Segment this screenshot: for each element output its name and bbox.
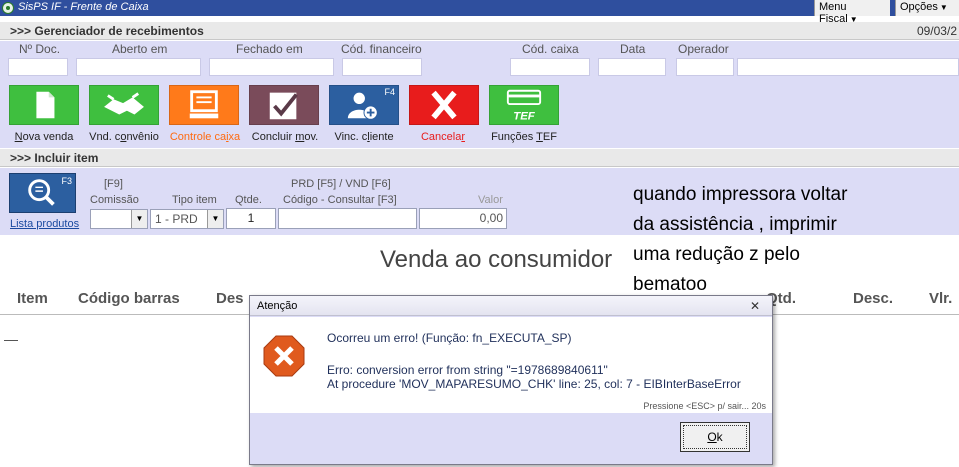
opcoes-label: Opções (900, 1, 938, 13)
comissao-label: Comissão (90, 194, 139, 206)
controle-caixa-button[interactable] (169, 85, 239, 125)
title-bar: SisPS IF - Frente de Caixa Menu Fiscal ▼ … (0, 0, 959, 25)
valor-label: Valor (478, 194, 503, 206)
f4-shortcut: F4 (384, 87, 395, 97)
col-descricao: Des (216, 290, 244, 307)
cancelar-button[interactable] (409, 85, 479, 125)
valor-value: 0,00 (479, 211, 503, 225)
fechado-em-label: Fechado em (236, 42, 303, 56)
document-icon (36, 91, 55, 119)
nova-venda-label[interactable]: Nova venda (8, 131, 80, 143)
col-item: Item (17, 290, 48, 307)
num-doc-label: Nº Doc. (19, 42, 61, 56)
cod-caixa-field[interactable] (510, 58, 590, 76)
comissao-key-label: [F9] (104, 178, 123, 190)
cod-caixa-label: Cód. caixa (522, 42, 579, 56)
error-message-line1: Ocorreu um erro! (Função: fn_EXECUTA_SP) (327, 331, 572, 345)
error-dialog: Atenção ✕ Ocorreu um erro! (Função: fn_E… (249, 295, 773, 465)
data-label: Data (620, 42, 646, 56)
aberto-em-label: Aberto em (112, 42, 168, 56)
lista-produtos-button[interactable]: F3 (9, 173, 76, 213)
vnd-convenio-button[interactable] (89, 85, 159, 125)
vinc-cliente-label[interactable]: Vinc. cliente (328, 131, 400, 143)
current-date: 09/03/2 (916, 24, 957, 38)
chevron-down-icon[interactable]: ▼ (131, 210, 147, 228)
comissao-select[interactable]: ▼ (90, 209, 148, 229)
cod-financeiro-field[interactable] (342, 58, 422, 76)
qtde-label: Qtde. (235, 194, 262, 206)
concluir-mov-button[interactable] (249, 85, 319, 125)
cash-register-icon (189, 90, 219, 119)
list-row-marker (4, 340, 18, 341)
annotation-note: quando impressora voltar da assistência … (633, 184, 848, 295)
col-vlr: Vlr. (929, 290, 953, 307)
chevron-down-icon[interactable]: ▼ (207, 210, 223, 228)
cancelar-label[interactable]: Cancelar (407, 131, 479, 143)
qtde-value: 1 (247, 211, 255, 225)
num-doc-field[interactable] (8, 58, 68, 76)
opcoes-button[interactable]: Opções ▼ (895, 0, 959, 16)
data-field[interactable] (598, 58, 666, 76)
menu-fiscal-button[interactable]: Menu Fiscal ▼ (814, 0, 890, 25)
gerenciador-title: >>> Gerenciador de recebimentos (10, 24, 204, 38)
concluir-mov-label[interactable]: Concluir mov. (246, 131, 324, 143)
credit-card-icon: TEF (506, 89, 542, 122)
vnd-convenio-label[interactable]: Vnd. convênio (84, 131, 164, 143)
valor-input[interactable]: 0,00 (419, 208, 507, 229)
tipo-item-value: 1 - PRD (155, 212, 198, 226)
handshake-icon (104, 92, 144, 115)
checkmark-icon (269, 92, 298, 120)
window-title: SisPS IF - Frente de Caixa (18, 1, 149, 13)
app-icon (2, 2, 14, 14)
cod-financeiro-label: Cód. financeiro (341, 42, 422, 56)
dialog-body: Ocorreu um erro! (Função: fn_EXECUTA_SP)… (250, 317, 772, 413)
operador-code-field[interactable] (676, 58, 734, 76)
app-window: SisPS IF - Frente de Caixa Menu Fiscal ▼ … (0, 0, 959, 467)
aberto-em-field[interactable] (76, 58, 201, 76)
controle-caixa-label[interactable]: Controle caixa (166, 131, 244, 143)
error-icon (263, 335, 305, 377)
error-message-line3: At procedure 'MOV_MAPARESUMO_CHK' line: … (327, 377, 741, 391)
f3-shortcut: F3 (61, 176, 72, 186)
qtde-input[interactable]: 1 (226, 208, 276, 229)
incluir-item-title: >>> Incluir item (10, 151, 99, 165)
col-codigo-barras: Código barras (78, 290, 180, 307)
svg-text:TEF: TEF (513, 110, 536, 122)
codigo-input[interactable] (278, 208, 417, 229)
close-icon (431, 90, 457, 120)
codigo-label: Código - Consultar [F3] (283, 194, 397, 206)
tipo-item-select[interactable]: 1 - PRD ▼ (150, 209, 224, 229)
operador-label: Operador (678, 42, 729, 56)
close-icon[interactable]: ✕ (744, 298, 766, 314)
vinc-cliente-button[interactable]: F4 (329, 85, 399, 125)
venda-title: Venda ao consumidor (380, 246, 613, 273)
escape-hint: Pressione <ESC> p/ sair... 20s (643, 401, 766, 411)
chevron-down-icon: ▼ (939, 3, 948, 12)
lista-produtos-link[interactable]: Lista produtos (10, 218, 79, 230)
dialog-title-bar: Atenção ✕ (250, 296, 772, 316)
incluir-item-header: >>> Incluir item (0, 149, 959, 167)
gerenciador-header: >>> Gerenciador de recebimentos 09/03/2 (0, 22, 959, 40)
tipo-item-label: Tipo item (172, 194, 217, 206)
nova-venda-button[interactable] (9, 85, 79, 125)
fechado-em-field[interactable] (209, 58, 334, 76)
funcoes-tef-button[interactable]: TEF (489, 85, 559, 125)
ok-button[interactable]: Ok (680, 422, 750, 452)
prd-vnd-label: PRD [F5] / VND [F6] (291, 178, 391, 190)
operador-name-field[interactable] (737, 58, 959, 76)
dialog-title: Atenção (257, 300, 298, 312)
error-message-line2: Erro: conversion error from string "=197… (327, 363, 608, 377)
funcoes-tef-label[interactable]: Funções TEF (486, 131, 562, 143)
